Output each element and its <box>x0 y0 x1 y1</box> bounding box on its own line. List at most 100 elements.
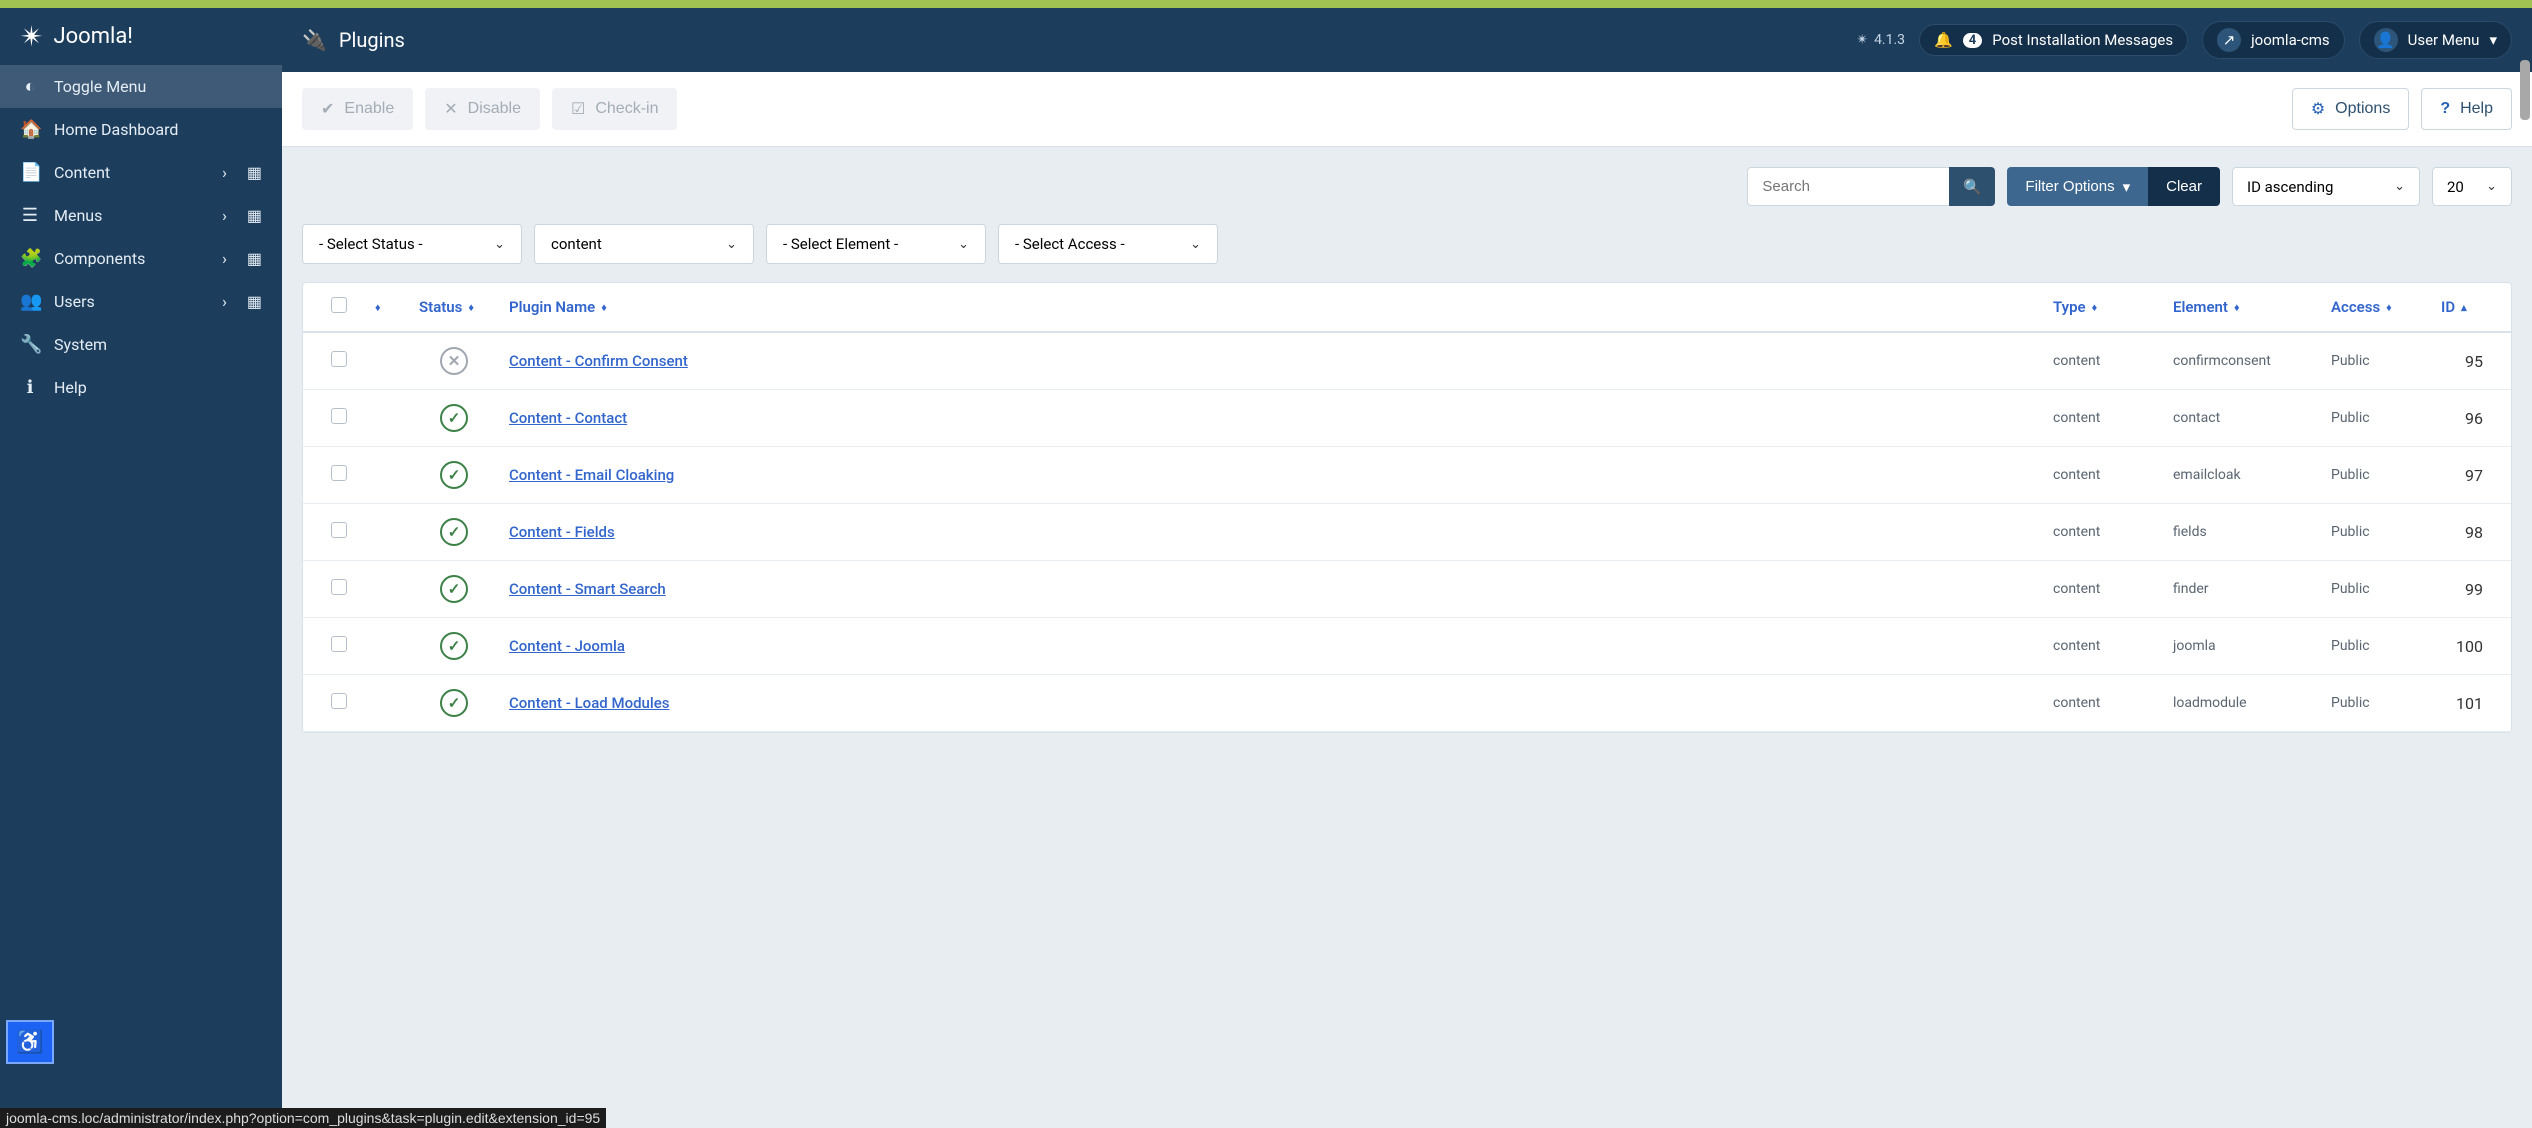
sort-asc-icon: ▴ <box>2461 301 2467 314</box>
sidebar-item-home-dashboard[interactable]: 🏠Home Dashboard <box>0 108 282 151</box>
accessibility-button[interactable]: ♿ <box>6 1020 54 1064</box>
plugin-name-link[interactable]: Content - Confirm Consent <box>509 352 688 370</box>
row-checkbox[interactable] <box>331 408 347 424</box>
sidebar-item-menus[interactable]: ☰Menus›▦ <box>0 194 282 237</box>
row-name-cell: Content - Smart Search <box>499 580 2043 598</box>
row-name-cell: Content - Confirm Consent <box>499 352 2043 370</box>
chevron-right-icon: › <box>222 249 227 268</box>
options-button[interactable]: ⚙ Options <box>2292 88 2409 130</box>
limit-select[interactable]: 20 ⌄ <box>2432 167 2512 206</box>
scrollbar-thumb[interactable] <box>2520 60 2530 120</box>
order-column-header[interactable]: ♦ <box>365 301 409 314</box>
row-checkbox[interactable] <box>331 636 347 652</box>
brand-logo[interactable]: ✴ Joomla! <box>0 8 282 65</box>
plugin-name-link[interactable]: Content - Email Cloaking <box>509 466 674 484</box>
sidebar-item-label: Content <box>54 163 110 182</box>
element-filter-select[interactable]: - Select Element - ⌄ <box>766 224 986 264</box>
select-all-checkbox[interactable] <box>331 297 347 313</box>
table-header: ♦ Status ♦ Plugin Name ♦ Type ♦ Element … <box>303 283 2511 333</box>
sort-select[interactable]: ID ascending ⌄ <box>2232 167 2420 206</box>
type-filter-select[interactable]: content ⌄ <box>534 224 754 264</box>
row-type-cell: content <box>2043 638 2163 654</box>
type-column-header[interactable]: Type ♦ <box>2043 298 2163 316</box>
sidebar-item-actions: ›▦ <box>222 249 262 268</box>
row-checkbox[interactable] <box>331 579 347 595</box>
table-row: ✓ Content - Fields content fields Public… <box>303 504 2511 561</box>
version-label[interactable]: ✴ 4.1.3 <box>1856 32 1905 48</box>
status-enabled-icon[interactable]: ✓ <box>440 518 468 546</box>
grid-icon[interactable]: ▦ <box>247 163 262 182</box>
help-button[interactable]: ? Help <box>2421 88 2512 130</box>
search-input[interactable] <box>1747 167 1949 206</box>
search-button[interactable]: 🔍 <box>1949 167 1995 206</box>
chevron-down-icon: ⌄ <box>958 237 969 252</box>
row-id-cell: 98 <box>2431 523 2493 542</box>
grid-icon[interactable]: ▦ <box>247 249 262 268</box>
row-element-cell: loadmodule <box>2163 695 2321 711</box>
row-access-cell: Public <box>2321 353 2431 369</box>
filter-options-button[interactable]: Filter Options ▾ <box>2007 167 2148 206</box>
row-checkbox[interactable] <box>331 465 347 481</box>
plugin-name-link[interactable]: Content - Joomla <box>509 637 625 655</box>
clear-button[interactable]: Clear <box>2148 167 2220 206</box>
status-filter-select[interactable]: - Select Status - ⌄ <box>302 224 522 264</box>
notifications-button[interactable]: 🔔 4 Post Installation Messages <box>1919 24 2188 56</box>
chevron-down-icon: ⌄ <box>2394 179 2405 194</box>
check-icon: ✔ <box>321 99 334 119</box>
plugin-name-link[interactable]: Content - Contact <box>509 409 627 427</box>
sidebar-item-components[interactable]: 🧩Components›▦ <box>0 237 282 280</box>
table-row: ✓ Content - Joomla content joomla Public… <box>303 618 2511 675</box>
status-column-header[interactable]: Status ♦ <box>409 298 499 316</box>
row-element-cell: emailcloak <box>2163 467 2321 483</box>
sidebar-item-help[interactable]: ℹHelp <box>0 366 282 409</box>
name-column-header[interactable]: Plugin Name ♦ <box>499 298 2043 316</box>
status-disabled-icon[interactable]: ✕ <box>440 347 468 375</box>
table-row: ✓ Content - Email Cloaking content email… <box>303 447 2511 504</box>
search-box: 🔍 <box>1747 167 1995 206</box>
enable-button[interactable]: ✔ Enable <box>302 88 413 130</box>
sidebar-item-system[interactable]: 🔧System <box>0 323 282 366</box>
users-icon: 👥 <box>20 291 40 312</box>
row-type-cell: content <box>2043 695 2163 711</box>
puzzle-icon: 🧩 <box>20 248 40 269</box>
row-access-cell: Public <box>2321 524 2431 540</box>
user-menu-button[interactable]: 👤 User Menu ▾ <box>2359 21 2512 59</box>
sidebar-item-content[interactable]: 📄Content›▦ <box>0 151 282 194</box>
row-status-cell: ✓ <box>409 689 499 717</box>
status-enabled-icon[interactable]: ✓ <box>440 632 468 660</box>
status-enabled-icon[interactable]: ✓ <box>440 689 468 717</box>
row-id-cell: 99 <box>2431 580 2493 599</box>
row-access-cell: Public <box>2321 581 2431 597</box>
element-filter-label: - Select Element - <box>783 235 898 253</box>
chevron-down-icon: ▾ <box>2123 178 2131 196</box>
plugin-name-link[interactable]: Content - Load Modules <box>509 694 669 712</box>
chevron-down-icon: ⌄ <box>494 237 505 252</box>
grid-icon[interactable]: ▦ <box>247 292 262 311</box>
status-enabled-icon[interactable]: ✓ <box>440 461 468 489</box>
plugin-name-link[interactable]: Content - Smart Search <box>509 580 666 598</box>
access-filter-select[interactable]: - Select Access - ⌄ <box>998 224 1218 264</box>
row-type-cell: content <box>2043 581 2163 597</box>
row-checkbox[interactable] <box>331 351 347 367</box>
sidebar-item-label: Components <box>54 249 145 268</box>
row-checkbox[interactable] <box>331 522 347 538</box>
status-enabled-icon[interactable]: ✓ <box>440 575 468 603</box>
site-link-button[interactable]: ↗ joomla-cms <box>2202 21 2345 59</box>
status-enabled-icon[interactable]: ✓ <box>440 404 468 432</box>
grid-icon[interactable]: ▦ <box>247 206 262 225</box>
sidebar-item-users[interactable]: 👥Users›▦ <box>0 280 282 323</box>
disable-button[interactable]: ✕ Disable <box>425 88 540 130</box>
element-header-label: Element <box>2173 298 2228 316</box>
toggle-menu-button[interactable]: ◐ Toggle Menu <box>0 65 282 108</box>
row-access-cell: Public <box>2321 467 2431 483</box>
chevron-down-icon: ⌄ <box>1190 237 1201 252</box>
row-checkbox[interactable] <box>331 693 347 709</box>
id-column-header[interactable]: ID ▴ <box>2431 298 2493 316</box>
element-column-header[interactable]: Element ♦ <box>2163 298 2321 316</box>
checkin-button[interactable]: ☑ Check-in <box>552 88 677 130</box>
sidebar-item-actions: ›▦ <box>222 163 262 182</box>
access-column-header[interactable]: Access ♦ <box>2321 298 2431 316</box>
home-icon: 🏠 <box>20 119 40 140</box>
sidebar-item-label: Menus <box>54 206 102 225</box>
plugin-name-link[interactable]: Content - Fields <box>509 523 615 541</box>
